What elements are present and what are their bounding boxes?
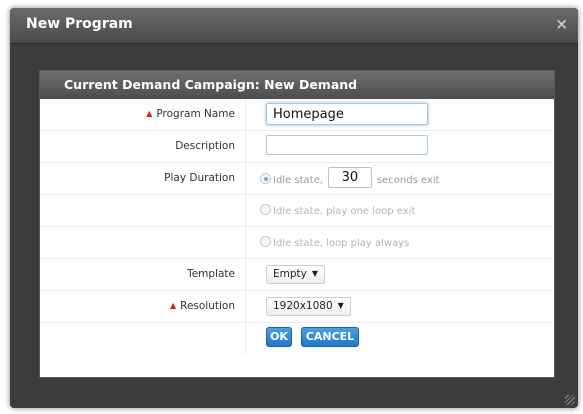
panel-title: Current Demand Campaign: New Demand — [64, 77, 358, 92]
description-label: Description — [175, 140, 235, 152]
duration-option-seconds[interactable]: Idle state, 30 seconds exit — [260, 167, 440, 188]
resize-grip-icon[interactable] — [565, 395, 575, 405]
template-row: Template Empty ▼ — [40, 259, 554, 291]
radio-icon[interactable] — [260, 204, 271, 215]
radio-icon[interactable] — [260, 236, 271, 247]
dialog-titlebar[interactable]: New Program × — [10, 8, 578, 44]
template-select[interactable]: Empty ▼ — [266, 265, 326, 284]
duration-option-row-3: Idle state, loop play always — [40, 227, 554, 259]
required-marker-icon: ▲ — [146, 109, 153, 118]
actions-row: OK CANCEL — [40, 323, 554, 355]
duration-option-row-2: Idle state, play one loop exit — [40, 195, 554, 227]
template-label: Template — [187, 268, 235, 280]
cancel-button[interactable]: CANCEL — [301, 327, 359, 347]
seconds-input[interactable]: 30 — [327, 167, 372, 188]
close-icon[interactable]: × — [555, 15, 568, 33]
play-duration-label: Play Duration — [164, 172, 235, 184]
chevron-down-icon: ▼ — [311, 269, 319, 278]
dialog-title: New Program — [26, 16, 133, 32]
duration-option-one-loop[interactable]: Idle state, play one loop exit — [260, 204, 415, 217]
ok-button[interactable]: OK — [266, 327, 292, 347]
description-row: Description — [40, 131, 554, 163]
required-marker-icon: ▲ — [169, 301, 177, 310]
radio-checked-icon[interactable] — [260, 173, 271, 184]
description-input[interactable] — [266, 135, 428, 155]
resolution-row: ▲ Resolution 1920x1080 ▼ — [40, 291, 554, 323]
program-name-row: ▲ Program Name — [40, 99, 554, 131]
resolution-select[interactable]: 1920x1080 ▼ — [266, 297, 351, 316]
resolution-label: ▲ Resolution — [169, 300, 235, 312]
panel-header: Current Demand Campaign: New Demand — [40, 71, 554, 99]
play-duration-row: Play Duration Idle state, 30 seconds exit — [40, 163, 554, 195]
chevron-down-icon: ▼ — [337, 301, 344, 310]
duration-option-loop-always[interactable]: Idle state, loop play always — [260, 236, 409, 249]
program-name-label: ▲ Program Name — [146, 108, 235, 120]
program-name-input[interactable] — [266, 103, 428, 125]
new-program-dialog: New Program × Current Demand Campaign: N… — [10, 8, 578, 408]
program-form-panel: Current Demand Campaign: New Demand ▲ Pro… — [39, 70, 555, 378]
